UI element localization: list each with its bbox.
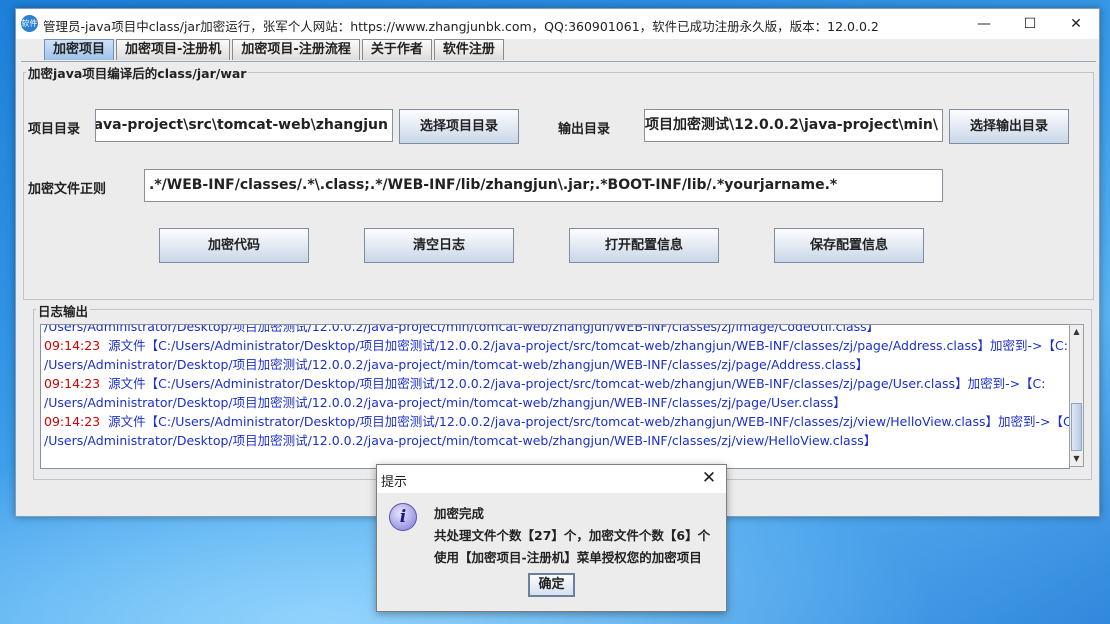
log-dst-path: /Users/Administrator/Desktop/项目加密测试/12.0…	[44, 433, 877, 448]
dialog-message-hint: 使用【加密项目-注册机】菜单授权您的加密项目	[434, 550, 702, 565]
log-src-path: 源文件【C:/Users/Administrator/Desktop/项目加密测…	[108, 338, 1068, 353]
main-window: 软件 管理员-java项目中class/jar加密运行，张军个人网站：https…	[15, 8, 1100, 517]
log-time: 09:14:23	[44, 376, 101, 391]
log-time: 09:14:23	[44, 414, 101, 429]
window-title: 管理员-java项目中class/jar加密运行，张军个人网站：https://…	[43, 19, 879, 34]
app-icon: 软件	[21, 15, 38, 32]
tab-encrypt-project[interactable]: 加密项目	[44, 39, 115, 60]
log-title: 日志输出	[36, 301, 91, 320]
log-output[interactable]: /Users/Administrator/Desktop/项目加密测试/12.0…	[40, 324, 1070, 469]
log-line: /Users/Administrator/Desktop/项目加密测试/12.0…	[41, 393, 1069, 412]
regex-input[interactable]: .*/WEB-INF/classes/.*\.class;.*/WEB-INF/…	[144, 169, 943, 202]
tab-about-author[interactable]: 关于作者	[361, 39, 432, 60]
encrypt-settings-group: 加密java项目编译后的class/jar/war 项目目录 C:\Users\…	[23, 63, 1094, 300]
clear-log-button[interactable]: 清空日志	[364, 228, 514, 263]
dialog-message-title: 加密完成	[434, 506, 485, 521]
log-line: /Users/Administrator/Desktop/项目加密测试/12.0…	[41, 355, 1069, 374]
dialog-close-button[interactable]: ✕	[698, 467, 720, 489]
title-bar[interactable]: 软件 管理员-java项目中class/jar加密运行，张军个人网站：https…	[16, 9, 1099, 39]
dialog-title: 提示	[381, 475, 408, 490]
regex-label: 加密文件正则	[28, 182, 107, 197]
ok-button[interactable]: 确定	[528, 573, 575, 597]
log-line: 09:14:23 源文件【C:/Users/Administrator/Deskt…	[41, 412, 1069, 431]
info-icon: i	[389, 503, 417, 531]
scroll-down-icon[interactable]: ▼	[1070, 452, 1083, 466]
tab-register-flow[interactable]: 加密项目-注册流程	[232, 39, 360, 60]
log-scrollbar[interactable]: ▲ ▼	[1069, 324, 1084, 467]
tab-bar: 加密项目 加密项目-注册机 加密项目-注册流程 关于作者 软件注册	[44, 39, 506, 61]
save-config-button[interactable]: 保存配置信息	[774, 228, 924, 263]
output-dir-label: 输出目录	[558, 122, 611, 137]
select-project-dir-button[interactable]: 选择项目目录	[399, 109, 519, 144]
log-time: 09:14:23	[44, 338, 101, 353]
log-group: 日志输出 /Users/Administrator/Desktop/项目加密测试…	[33, 301, 1092, 480]
tab-keygen[interactable]: 加密项目-注册机	[116, 39, 231, 60]
open-config-button[interactable]: 打开配置信息	[569, 228, 719, 263]
encrypt-panel: 加密java项目编译后的class/jar/war 项目目录 C:\Users\…	[21, 61, 1096, 512]
log-line: 09:14:23 源文件【C:/Users/Administrator/Deskt…	[41, 374, 1069, 393]
encrypt-code-button[interactable]: 加密代码	[159, 228, 309, 263]
project-dir-label: 项目目录	[28, 122, 81, 137]
group-title: 加密java项目编译后的class/jar/war	[26, 63, 249, 82]
maximize-button[interactable]: ☐	[1007, 9, 1053, 39]
scrollbar-thumb[interactable]	[1071, 403, 1082, 451]
log-dst-path: /Users/Administrator/Desktop/项目加密测试/12.0…	[44, 357, 869, 372]
select-output-dir-button[interactable]: 选择输出目录	[949, 109, 1069, 144]
minimize-button[interactable]: —	[961, 9, 1007, 39]
info-dialog: 提示 ✕ i 加密完成 共处理文件个数【27】个，加密文件个数【6】个 使用【加…	[376, 464, 727, 612]
log-line: /Users/Administrator/Desktop/项目加密测试/12.0…	[41, 324, 1069, 336]
close-button[interactable]: ✕	[1053, 9, 1099, 39]
log-src-path: 源文件【C:/Users/Administrator/Desktop/项目加密测…	[108, 414, 1070, 429]
dialog-message-stats: 共处理文件个数【27】个，加密文件个数【6】个	[434, 528, 711, 543]
log-line: 09:14:23 源文件【C:/Users/Administrator/Deskt…	[41, 336, 1069, 355]
log-line: /Users/Administrator/Desktop/项目加密测试/12.0…	[41, 431, 1069, 450]
log-dst-path: /Users/Administrator/Desktop/项目加密测试/12.0…	[44, 395, 846, 410]
scroll-up-icon[interactable]: ▲	[1070, 325, 1083, 339]
log-src-path: 源文件【C:/Users/Administrator/Desktop/项目加密测…	[108, 376, 1046, 391]
dialog-title-bar[interactable]: 提示 ✕	[377, 465, 726, 493]
project-dir-input[interactable]: C:\Users\Administrator\Desktop\项目加密测试\12…	[95, 109, 393, 142]
tab-software-register[interactable]: 软件注册	[433, 39, 504, 60]
output-dir-input[interactable]: C:\Users\Administrator\Desktop\项目加密测试\12…	[644, 109, 943, 142]
log-dst-path: /Users/Administrator/Desktop/项目加密测试/12.0…	[44, 324, 880, 334]
